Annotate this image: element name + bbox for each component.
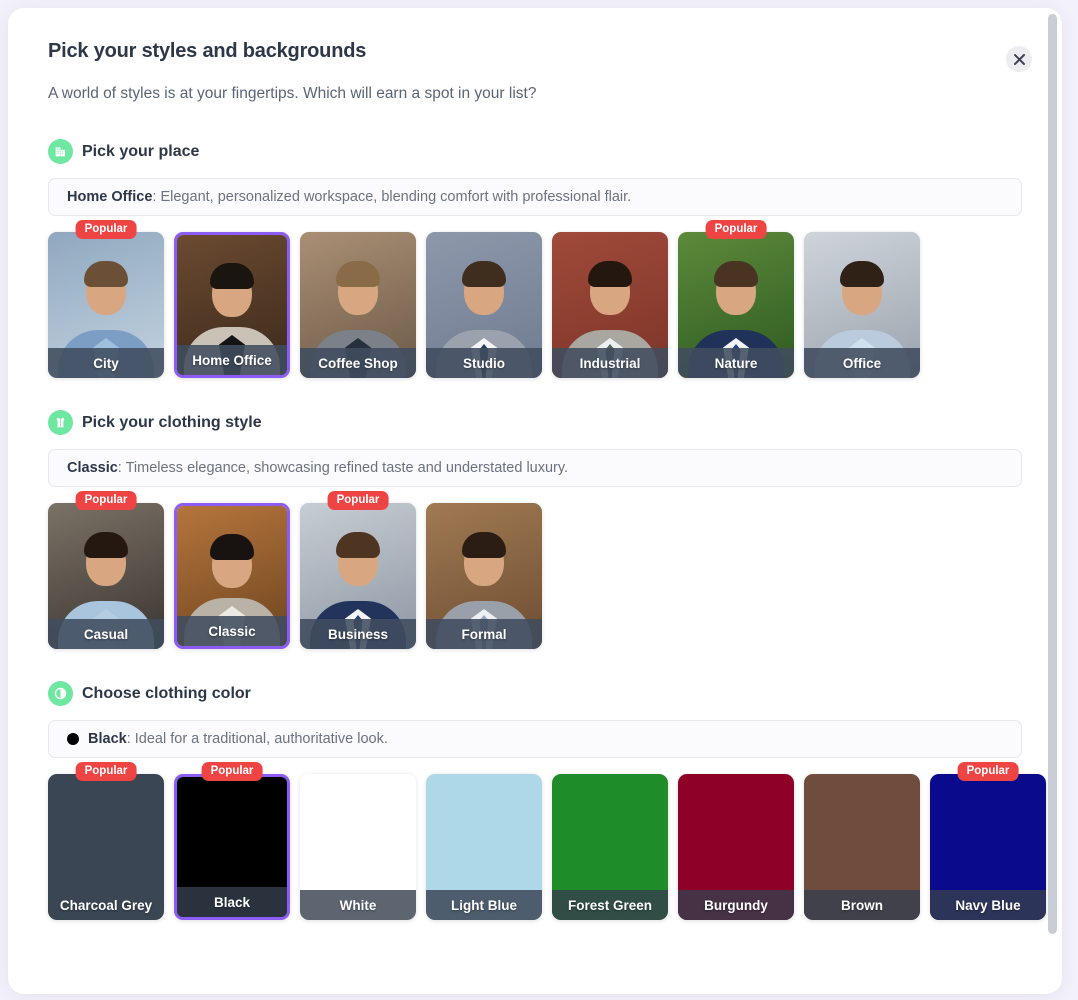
card-frame: Classic bbox=[174, 503, 290, 649]
card-label: Navy Blue bbox=[930, 890, 1046, 920]
card-frame: Brown bbox=[804, 774, 920, 920]
section-title: Pick your clothing style bbox=[82, 413, 262, 431]
scrollbar-thumb[interactable] bbox=[1048, 14, 1057, 934]
option-card[interactable]: Popular Business bbox=[300, 491, 416, 649]
section-header: Pick your clothing style bbox=[48, 410, 1022, 435]
card-label: Charcoal Grey bbox=[59, 897, 153, 913]
card-frame: Studio bbox=[426, 232, 542, 378]
selected-name: Home Office bbox=[67, 189, 153, 205]
contrast-icon bbox=[48, 681, 73, 706]
option-card[interactable]: Popular Black bbox=[174, 762, 290, 920]
card-frame: Office bbox=[804, 232, 920, 378]
option-row: Popular Charcoal Grey Popular Black White Lig… bbox=[48, 762, 1046, 920]
card-frame: Nature bbox=[678, 232, 794, 378]
card-label: Business bbox=[300, 619, 416, 649]
card-label: Burgundy bbox=[678, 890, 794, 920]
option-card[interactable]: Brown bbox=[804, 774, 920, 920]
option-card[interactable]: Office bbox=[804, 232, 920, 378]
selection-description: Home Office: Elegant, personalized works… bbox=[48, 178, 1022, 216]
card-frame: Formal bbox=[426, 503, 542, 649]
card-frame: Black bbox=[174, 774, 290, 920]
card-label: Casual bbox=[48, 619, 164, 649]
option-card[interactable]: Classic bbox=[174, 503, 290, 649]
selection-description: Classic: Timeless elegance, showcasing r… bbox=[48, 449, 1022, 487]
popular-badge: Popular bbox=[201, 762, 263, 781]
option-row: Popular City Home Office Coffee Shop Studio I… bbox=[48, 220, 1022, 378]
card-label: Classic bbox=[177, 616, 287, 646]
color-dot-icon bbox=[67, 733, 79, 745]
selected-name: Classic bbox=[67, 460, 118, 476]
modal-content: Pick your styles and backgrounds A world… bbox=[8, 8, 1062, 994]
section-clothing-color: Choose clothing color Black: Ideal for a … bbox=[48, 681, 1046, 920]
selected-description: : Elegant, personalized workspace, blend… bbox=[152, 189, 632, 205]
section-clothing-style: Pick your clothing style Classic: Timeles… bbox=[48, 410, 1022, 649]
popular-badge: Popular bbox=[327, 491, 389, 510]
card-frame: Navy Blue bbox=[930, 774, 1046, 920]
option-card[interactable]: Home Office bbox=[174, 232, 290, 378]
card-label: Office bbox=[804, 348, 920, 378]
selected-name: Black bbox=[88, 731, 127, 747]
scrollbar-track[interactable] bbox=[1048, 8, 1060, 994]
option-card[interactable]: Formal bbox=[426, 503, 542, 649]
option-card[interactable]: Popular Charcoal Grey bbox=[48, 762, 164, 920]
card-label: Black bbox=[177, 887, 287, 917]
section-header: Pick your place bbox=[48, 139, 1022, 164]
card-frame: Charcoal Grey bbox=[48, 774, 164, 920]
selected-description: : Ideal for a traditional, authoritative… bbox=[126, 731, 388, 747]
option-card[interactable]: Industrial bbox=[552, 232, 668, 378]
option-card[interactable]: Coffee Shop bbox=[300, 232, 416, 378]
card-frame: Light Blue bbox=[426, 774, 542, 920]
card-frame: Business bbox=[300, 503, 416, 649]
popular-badge: Popular bbox=[705, 220, 767, 239]
popular-badge: Popular bbox=[75, 491, 137, 510]
card-label: Home Office bbox=[177, 345, 287, 375]
card-frame: White bbox=[300, 774, 416, 920]
card-label: Light Blue bbox=[426, 890, 542, 920]
styles-modal: Pick your styles and backgrounds A world… bbox=[8, 8, 1062, 994]
option-card[interactable]: White bbox=[300, 774, 416, 920]
card-label: Nature bbox=[678, 348, 794, 378]
card-label: Formal bbox=[426, 619, 542, 649]
card-frame: Casual bbox=[48, 503, 164, 649]
option-card[interactable]: Forest Green bbox=[552, 774, 668, 920]
section-header: Choose clothing color bbox=[48, 681, 1022, 706]
option-card[interactable]: Popular Casual bbox=[48, 491, 164, 649]
card-label: Coffee Shop bbox=[300, 348, 416, 378]
card-label: City bbox=[48, 348, 164, 378]
popular-badge: Popular bbox=[957, 762, 1019, 781]
selection-description: Black: Ideal for a traditional, authorit… bbox=[48, 720, 1022, 758]
card-frame: Home Office bbox=[174, 232, 290, 378]
option-card[interactable]: Popular Nature bbox=[678, 220, 794, 378]
popular-badge: Popular bbox=[75, 762, 137, 781]
card-label: Studio bbox=[426, 348, 542, 378]
popular-badge: Popular bbox=[75, 220, 137, 239]
option-card[interactable]: Studio bbox=[426, 232, 542, 378]
option-card[interactable]: Popular Navy Blue bbox=[930, 762, 1046, 920]
option-card[interactable]: Burgundy bbox=[678, 774, 794, 920]
close-button[interactable] bbox=[1006, 46, 1032, 72]
section-title: Pick your place bbox=[82, 142, 200, 160]
building-icon bbox=[48, 139, 73, 164]
card-frame: City bbox=[48, 232, 164, 378]
card-frame: Industrial bbox=[552, 232, 668, 378]
card-label: White bbox=[300, 890, 416, 920]
close-icon bbox=[1013, 53, 1025, 65]
section-place: Pick your place Home Office: Elegant, per… bbox=[48, 139, 1022, 378]
card-frame: Burgundy bbox=[678, 774, 794, 920]
card-label: Forest Green bbox=[552, 890, 668, 920]
card-frame: Forest Green bbox=[552, 774, 668, 920]
page-subtitle: A world of styles is at your fingertips.… bbox=[48, 85, 537, 102]
card-label: Brown bbox=[804, 890, 920, 920]
clothing-icon bbox=[48, 410, 73, 435]
section-title: Choose clothing color bbox=[82, 684, 251, 702]
option-card[interactable]: Popular City bbox=[48, 220, 164, 378]
option-card[interactable]: Light Blue bbox=[426, 774, 542, 920]
option-row: Popular Casual Classic Popular Business Forma… bbox=[48, 491, 1022, 649]
card-frame: Coffee Shop bbox=[300, 232, 416, 378]
page-title: Pick your styles and backgrounds bbox=[48, 40, 367, 62]
card-label: Industrial bbox=[552, 348, 668, 378]
sections-container: Pick your place Home Office: Elegant, per… bbox=[48, 139, 1046, 920]
selected-description: : Timeless elegance, showcasing refined … bbox=[117, 460, 569, 476]
